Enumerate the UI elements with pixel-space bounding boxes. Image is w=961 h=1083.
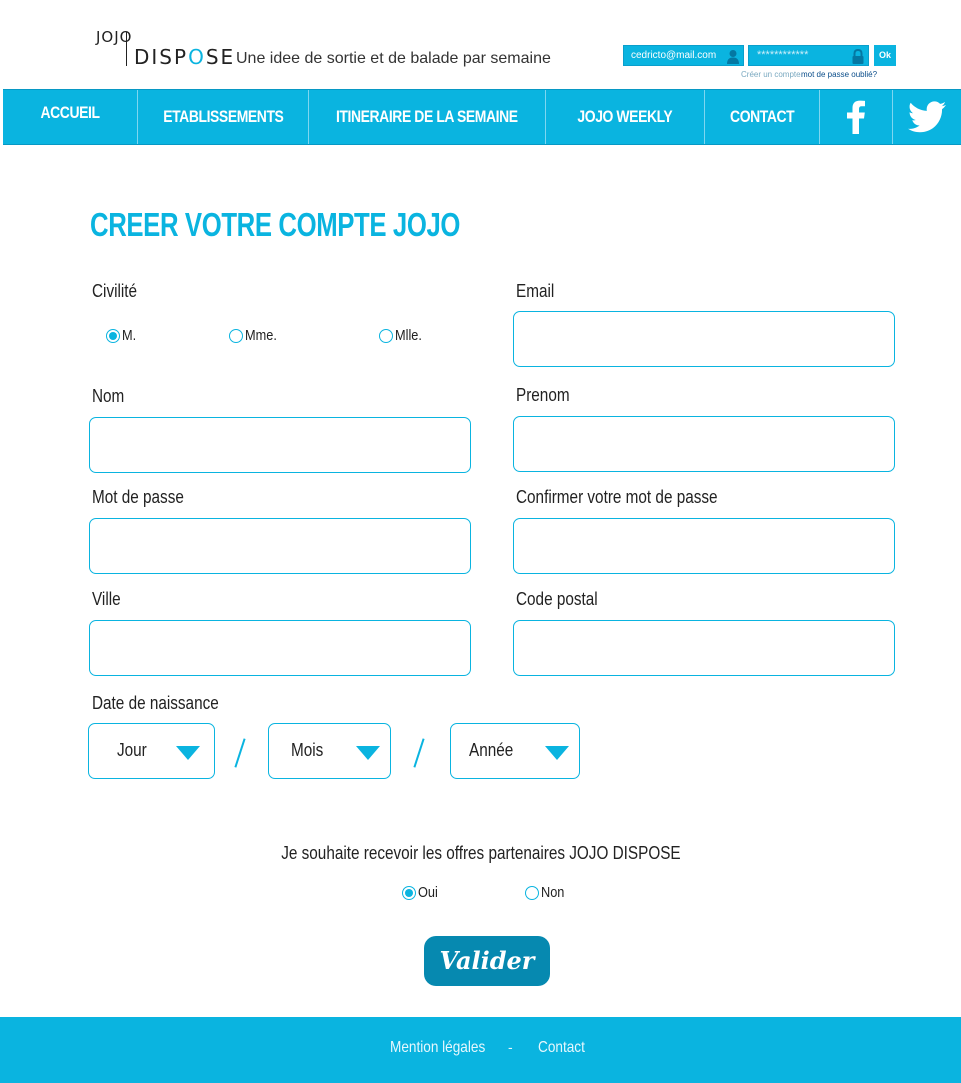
year-select[interactable]: Année: [450, 723, 580, 779]
logo-divider: [126, 32, 127, 66]
login-password-field[interactable]: ************: [748, 45, 869, 66]
email-label: Email: [516, 281, 555, 301]
radio-checked-icon: [402, 885, 416, 900]
offers-radio-non[interactable]: Non: [525, 884, 569, 901]
chevron-down-icon: [176, 746, 200, 760]
site-logo[interactable]: JOJO DISPOSE: [96, 28, 233, 72]
logo-dispose-text: DISPOSE: [134, 45, 236, 69]
login-ok-button[interactable]: Ok: [874, 45, 896, 66]
forgot-password-link[interactable]: mot de passe oublié?: [801, 70, 877, 79]
prenom-field[interactable]: [513, 416, 895, 472]
month-select[interactable]: Mois: [268, 723, 391, 779]
password-label: Mot de passe: [92, 487, 184, 507]
radio-unchecked-icon: [229, 328, 243, 343]
radio-unchecked-icon: [525, 885, 539, 900]
main-nav: ACCUEIL ETABLISSEMENTS ITINERAIRE DE LA …: [3, 89, 961, 145]
nav-item-contact[interactable]: CONTACT: [705, 90, 820, 144]
chevron-down-icon: [545, 746, 569, 760]
code-postal-field[interactable]: [513, 620, 895, 676]
page-title: CREER VOTRE COMPTE JOJO: [90, 206, 461, 243]
confirm-password-field[interactable]: [513, 518, 895, 574]
site-tagline: Une idee de sortie et de balade par sema…: [236, 50, 551, 67]
chevron-down-icon: [356, 746, 380, 760]
nav-item-accueil[interactable]: ACCUEIL: [3, 90, 138, 144]
facebook-icon[interactable]: [820, 90, 893, 144]
create-account-link[interactable]: Créer un compte: [741, 70, 801, 79]
confirm-password-label: Confirmer votre mot de passe: [516, 487, 718, 507]
password-field[interactable]: [89, 518, 471, 574]
nav-item-etablissements[interactable]: ETABLISSEMENTS: [138, 90, 309, 144]
day-select-value: Jour: [117, 740, 147, 760]
offers-question: Je souhaite recevoir les offres partenai…: [280, 843, 681, 863]
nom-field[interactable]: [89, 417, 471, 473]
civility-radio-m[interactable]: M.: [106, 327, 139, 344]
prenom-label: Prenom: [516, 385, 570, 405]
code-postal-label: Code postal: [516, 589, 598, 609]
civility-radio-mlle[interactable]: Mlle.: [379, 327, 427, 344]
submit-button[interactable]: Valider: [424, 936, 550, 986]
radio-unchecked-icon: [379, 328, 393, 343]
date-separator: [234, 738, 246, 768]
logo-pin-icon: O: [188, 45, 206, 69]
lock-icon: [852, 49, 864, 64]
birthdate-label: Date de naissance: [92, 693, 219, 713]
ville-field[interactable]: [89, 620, 471, 676]
nav-item-jojo-weekly[interactable]: JOJO WEEKLY: [546, 90, 705, 144]
login-email-field[interactable]: cedricto@mail.com: [623, 45, 744, 66]
date-separator: [413, 738, 425, 768]
radio-checked-icon: [106, 328, 120, 343]
offers-radio-oui[interactable]: Oui: [402, 884, 441, 901]
twitter-icon[interactable]: [893, 90, 961, 144]
login-password-value: ************: [757, 49, 809, 61]
civility-radio-mme[interactable]: Mme.: [229, 327, 283, 344]
day-select[interactable]: Jour: [88, 723, 215, 779]
nom-label: Nom: [92, 386, 125, 406]
nav-item-itineraire[interactable]: ITINERAIRE DE LA SEMAINE: [309, 90, 546, 144]
civility-label: Civilité: [92, 281, 138, 301]
year-select-value: Année: [469, 740, 514, 760]
month-select-value: Mois: [291, 740, 324, 760]
footer-separator: -: [508, 1039, 513, 1055]
user-icon: [727, 50, 739, 64]
login-email-value: cedricto@mail.com: [631, 50, 717, 61]
footer: Mention légales - Contact: [0, 1017, 961, 1083]
footer-contact-link[interactable]: Contact: [538, 1039, 585, 1057]
legal-mentions-link[interactable]: Mention légales: [390, 1039, 485, 1057]
ville-label: Ville: [92, 589, 121, 609]
email-field[interactable]: [513, 311, 895, 367]
